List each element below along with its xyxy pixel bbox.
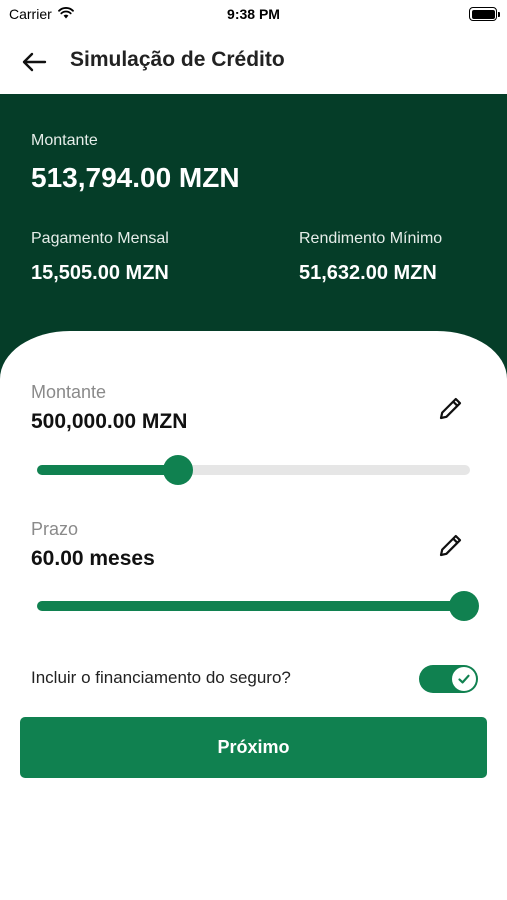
term-slider[interactable] (37, 591, 479, 621)
toggle-knob (452, 667, 476, 691)
insurance-row: Incluir o financiamento do seguro? (31, 665, 478, 695)
arrow-left-icon (22, 52, 47, 72)
battery-icon (469, 7, 500, 21)
min-income-label: Rendimento Mínimo (299, 230, 443, 247)
amount-slider-fill (37, 465, 178, 475)
term-slider-thumb[interactable] (448, 591, 479, 621)
insurance-toggle[interactable] (419, 665, 478, 693)
summary-amount-label: Montante (31, 132, 98, 149)
insurance-label: Incluir o financiamento do seguro? (31, 668, 291, 687)
edit-amount-button[interactable] (435, 392, 467, 424)
status-bar: Carrier 9:38 PM (0, 0, 507, 30)
term-value: 60.00 meses (31, 547, 155, 570)
status-time: 9:38 PM (227, 6, 280, 22)
edit-term-button[interactable] (435, 529, 467, 561)
amount-slider-thumb[interactable] (162, 455, 193, 485)
monthly-payment-value: 15,505.00 MZN (31, 262, 169, 284)
amount-value: 500,000.00 MZN (31, 410, 188, 433)
term-label: Prazo (31, 519, 79, 539)
pencil-icon (439, 534, 462, 557)
page-title: Simulação de Crédito (70, 48, 285, 71)
nav-bar: Simulação de Crédito (0, 30, 507, 94)
amount-slider[interactable] (37, 455, 470, 485)
check-icon (458, 674, 470, 684)
next-button[interactable]: Próximo (20, 717, 487, 778)
pencil-icon (439, 397, 462, 420)
back-button[interactable] (18, 46, 50, 78)
min-income-value: 51,632.00 MZN (299, 262, 437, 284)
summary-amount-value: 513,794.00 MZN (31, 162, 240, 193)
monthly-payment-label: Pagamento Mensal (31, 230, 169, 247)
amount-label: Montante (31, 382, 107, 402)
term-slider-fill (37, 601, 464, 611)
